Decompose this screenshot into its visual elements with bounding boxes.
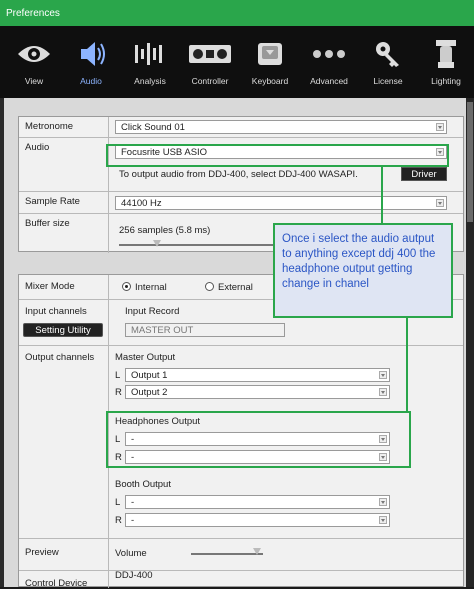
control-device-label: Control Device — [19, 571, 109, 589]
mixer-mode-external-radio[interactable] — [205, 282, 214, 291]
booth-l-label: L — [115, 497, 121, 508]
booth-output-l-select[interactable]: - — [125, 495, 390, 509]
tab-advanced[interactable]: Advanced — [301, 26, 357, 98]
tab-license[interactable]: License — [360, 26, 416, 98]
control-device-value: DDJ-400 — [115, 570, 153, 581]
buffer-size-value: 256 samples (5.8 ms) — [119, 225, 211, 236]
controller-icon — [188, 38, 232, 70]
chevron-down-icon — [436, 123, 444, 131]
three-dots-icon — [307, 38, 351, 70]
input-record-field: MASTER OUT — [125, 323, 285, 337]
mixer-mode-internal-label: Internal — [135, 282, 167, 293]
waveform-icon — [128, 38, 172, 70]
audio-label: Audio — [19, 138, 109, 191]
preview-row: Preview Volume — [19, 538, 463, 570]
chevron-down-icon — [379, 498, 387, 506]
scrollbar-thumb[interactable] — [467, 102, 473, 222]
audio-hint-text: To output audio from DDJ-400, select DDJ… — [119, 169, 358, 180]
annotation-callout: Once i select the audio autput to anythi… — [273, 223, 453, 318]
chevron-down-icon — [436, 199, 444, 207]
tab-lighting[interactable]: Lighting — [418, 26, 474, 98]
metronome-row: Metronome Click Sound 01 — [19, 117, 463, 137]
booth-output-r-select[interactable]: - — [125, 513, 390, 527]
mixer-mode-internal-radio[interactable] — [122, 282, 131, 291]
tab-license-label: License — [373, 76, 403, 86]
window-title-bar: Preferences — [0, 0, 474, 26]
tab-controller-label: Controller — [191, 76, 229, 86]
buffer-size-slider-thumb[interactable] — [153, 240, 161, 247]
annotation-connector-bottom — [406, 318, 408, 411]
eye-icon — [12, 38, 56, 70]
annotation-connector-top — [381, 167, 383, 224]
tab-keyboard[interactable]: Keyboard — [242, 26, 298, 98]
sample-rate-row: Sample Rate 44100 Hz — [19, 191, 463, 213]
speaker-icon — [69, 38, 113, 70]
master-l-label: L — [115, 370, 121, 381]
tab-keyboard-label: Keyboard — [251, 76, 289, 86]
tab-audio-label: Audio — [80, 76, 102, 86]
metronome-select[interactable]: Click Sound 01 — [115, 120, 447, 134]
master-output-r-select[interactable]: Output 2 — [125, 385, 390, 399]
tab-view-label: View — [24, 76, 44, 86]
tab-lighting-label: Lighting — [431, 76, 461, 86]
headphones-output-highlight — [106, 411, 411, 468]
buffer-size-slider[interactable] — [119, 244, 279, 246]
buffer-size-label: Buffer size — [19, 214, 109, 253]
input-record-label: Input Record — [125, 306, 180, 317]
tab-analysis[interactable]: Analysis — [122, 26, 178, 98]
vertical-scrollbar[interactable] — [466, 98, 474, 587]
mixer-mode-external-label: External — [218, 282, 253, 293]
metronome-label: Metronome — [19, 117, 109, 137]
driver-button[interactable]: Driver — [401, 167, 447, 181]
chevron-down-icon — [379, 388, 387, 396]
output-channels-label: Output channels — [19, 346, 109, 538]
tab-audio[interactable]: Audio — [63, 26, 119, 98]
chevron-down-icon — [379, 371, 387, 379]
setting-utility-button[interactable]: Setting Utility — [23, 323, 103, 337]
window-title: Preferences — [6, 7, 60, 19]
master-output-label: Master Output — [115, 352, 176, 363]
master-r-label: R — [115, 387, 122, 398]
control-device-row: Control Device DDJ-400 — [19, 570, 463, 589]
mixer-mode-label: Mixer Mode — [19, 275, 109, 299]
light-fixture-icon — [424, 38, 468, 70]
tab-view[interactable]: View — [6, 26, 62, 98]
booth-r-label: R — [115, 515, 122, 526]
preferences-content: Metronome Click Sound 01 Audio Focusrite… — [4, 98, 466, 589]
preview-volume-slider-thumb[interactable] — [253, 548, 261, 555]
audio-device-highlight — [106, 144, 449, 167]
sample-rate-select[interactable]: 44100 Hz — [115, 196, 447, 210]
chevron-down-icon — [379, 516, 387, 524]
sample-rate-label: Sample Rate — [19, 192, 109, 213]
booth-output-label: Booth Output — [115, 479, 171, 490]
tab-analysis-label: Analysis — [134, 76, 166, 86]
preview-volume-label: Volume — [115, 548, 147, 559]
master-output-l-select[interactable]: Output 1 — [125, 368, 390, 382]
preview-label: Preview — [19, 539, 109, 570]
keyboard-key-icon — [248, 38, 292, 70]
preferences-toolbar: View Audio Analysis Controller Keyboard … — [0, 26, 474, 98]
key-icon — [366, 38, 410, 70]
tab-advanced-label: Advanced — [310, 76, 348, 86]
tab-controller[interactable]: Controller — [182, 26, 238, 98]
